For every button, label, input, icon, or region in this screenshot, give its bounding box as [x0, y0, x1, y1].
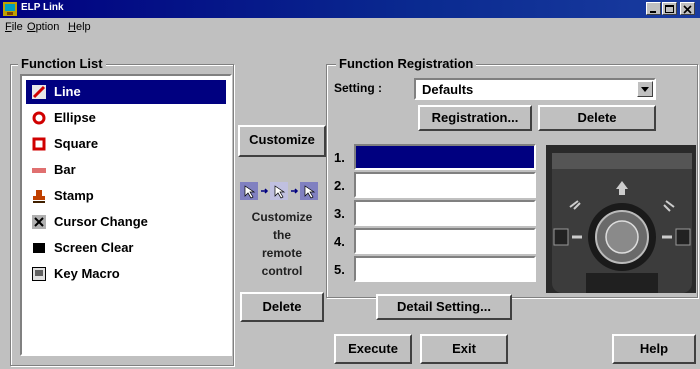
list-item-stamp[interactable]: Stamp [26, 184, 226, 208]
list-item-square[interactable]: Square [26, 132, 226, 156]
customize-hint: Customize the remote control [251, 210, 313, 278]
app-icon [3, 2, 17, 16]
menu-file[interactable]: File [5, 21, 23, 33]
stamp-icon [33, 190, 45, 203]
help-button[interactable]: Help [612, 334, 696, 364]
key-macro-icon [32, 267, 46, 281]
slot-number-5: 5. [334, 262, 345, 277]
function-listbox[interactable]: Line Ellipse Square Bar Stamp Cursor Cha… [20, 74, 232, 356]
list-item-bar[interactable]: Bar [26, 158, 226, 182]
slot-3-field[interactable] [354, 200, 536, 226]
square-icon [32, 137, 46, 151]
menu-option[interactable]: Option [27, 21, 59, 33]
middle-delete-button[interactable]: Delete [240, 292, 324, 322]
cursor-change-icon [32, 215, 46, 229]
function-list-title: Function List [18, 56, 106, 71]
menu-help[interactable]: Help [68, 21, 91, 33]
list-item-key-macro[interactable]: Key Macro [26, 262, 226, 286]
function-registration-title: Function Registration [336, 56, 477, 71]
slot-5-field[interactable] [354, 256, 536, 282]
menu-bar: File Option Help [0, 19, 700, 37]
customize-sequence-icon [240, 182, 318, 200]
dropdown-button[interactable] [637, 81, 653, 97]
bar-icon [32, 168, 46, 173]
list-item-cursor-change[interactable]: Cursor Change [26, 210, 226, 234]
window-title: ELP Link [21, 2, 64, 13]
maximize-button[interactable] [662, 2, 677, 15]
list-item-ellipse[interactable]: Ellipse [26, 106, 226, 130]
slot-4-field[interactable] [354, 228, 536, 254]
list-item-screen-clear[interactable]: Screen Clear [26, 236, 226, 260]
screen-clear-icon [33, 243, 45, 253]
slot-number-3: 3. [334, 206, 345, 221]
minimize-icon [650, 11, 656, 13]
registration-delete-button[interactable]: Delete [538, 105, 656, 131]
title-bar: ELP Link [0, 0, 700, 18]
setting-dropdown[interactable]: Defaults [414, 78, 656, 100]
exit-button[interactable]: Exit [420, 334, 508, 364]
registration-button[interactable]: Registration... [418, 105, 532, 131]
close-icon [683, 5, 692, 14]
chevron-down-icon [641, 87, 649, 92]
slot-1-field[interactable] [354, 144, 536, 170]
maximize-icon [665, 5, 674, 13]
remote-control-image [546, 145, 696, 293]
line-icon [32, 85, 46, 99]
setting-label: Setting : [334, 81, 382, 95]
slot-number-4: 4. [334, 234, 345, 249]
customize-button[interactable]: Customize [238, 125, 326, 157]
minimize-button[interactable] [646, 2, 661, 15]
slot-2-field[interactable] [354, 172, 536, 198]
close-button[interactable] [680, 2, 695, 15]
list-item-line[interactable]: Line [26, 80, 226, 104]
execute-button[interactable]: Execute [334, 334, 412, 364]
ellipse-icon [32, 111, 46, 125]
detail-setting-button[interactable]: Detail Setting... [376, 294, 512, 320]
slot-number-1: 1. [334, 150, 345, 165]
slot-number-2: 2. [334, 178, 345, 193]
